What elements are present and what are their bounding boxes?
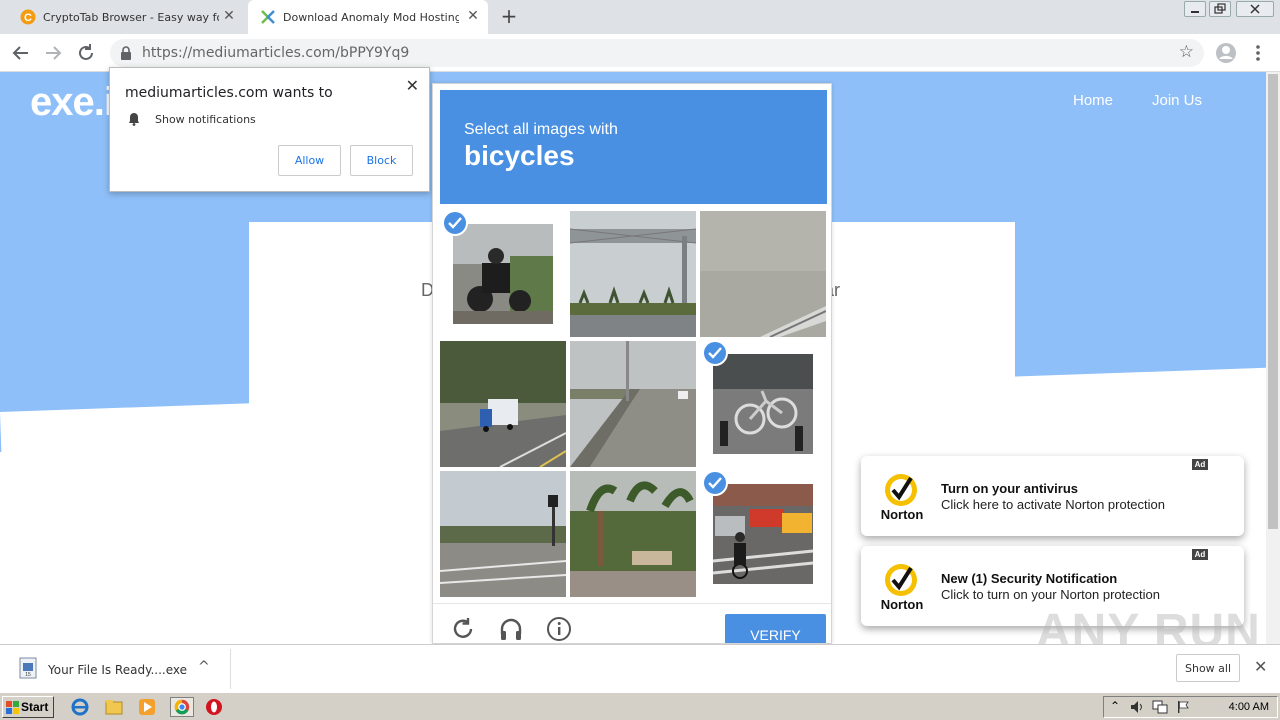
svg-text:C: C [24,12,32,24]
tab-strip: C CryptoTab Browser - Easy way for B ✕ D… [0,0,1280,34]
captcha-tile-truck-on-road[interactable] [440,341,566,467]
ad-body: Click here to activate Norton protection [941,497,1165,512]
tile-image [440,341,566,467]
tile-image [700,211,826,337]
dialog-heading: mediumarticles.com wants to [125,85,333,101]
menu-kebab-icon[interactable] [1250,42,1266,64]
tab-title: Download Anomaly Mod Hosting mas [283,10,459,24]
taskbar: Start ⌃ 4:00 AM [0,692,1280,720]
dialog-close-icon[interactable]: ✕ [406,76,419,95]
close-window-button[interactable] [1236,1,1274,17]
captcha-challenge: Select all images with bicycles VERIFY [432,83,832,644]
tile-image [570,211,696,337]
tray-expand-icon[interactable]: ⌃ [1110,699,1120,713]
ad-badge: Ad [1192,549,1208,560]
cryptotab-icon: C [20,9,36,25]
start-button[interactable]: Start [2,696,54,718]
captcha-prompt: Select all images with [464,121,618,138]
norton-logo-icon: Norton [881,474,924,522]
start-label: Start [21,700,49,714]
system-tray: ⌃ 4:00 AM [1103,696,1278,718]
address-bar[interactable]: https://mediumarticles.com/bPPY9Yq9 ☆ [110,39,1204,67]
divider [230,649,231,689]
clock: 4:00 AM [1228,701,1269,713]
action-center-flag-icon[interactable] [1176,700,1190,714]
captcha-tile-palm-trees-sign[interactable] [570,471,696,597]
chrome-icon[interactable] [170,697,194,717]
norton-logo-text: Norton [881,507,924,522]
explorer-icon[interactable] [104,697,124,717]
permission-label: Show notifications [155,113,256,126]
tab-mediumarticles[interactable]: Download Anomaly Mod Hosting mas ✕ [248,0,488,34]
reload-icon[interactable] [450,616,476,642]
volume-icon[interactable] [1130,700,1146,714]
audio-icon[interactable] [498,616,524,642]
norton-logo-icon: Norton [881,564,924,612]
nav-home-link[interactable]: Home [1073,92,1113,109]
notification-permission-dialog: mediumarticles.com wants to ✕ Show notif… [109,67,430,192]
tile-selected-check-icon [702,340,728,366]
mediumarticles-icon [261,10,275,24]
block-button[interactable]: Block [350,145,413,176]
tab-title: CryptoTab Browser - Easy way for B [43,10,219,24]
windows-flag-icon [6,701,19,714]
ad-title: New (1) Security Notification [941,571,1118,586]
tab-cryptotab[interactable]: C CryptoTab Browser - Easy way for B ✕ [8,0,244,34]
nav-join-us-link[interactable]: Join Us [1152,92,1202,109]
allow-button[interactable]: Allow [278,145,341,176]
ad-title: Turn on your antivirus [941,481,1078,496]
norton-ad-antivirus[interactable]: Norton Turn on your antivirus Click here… [861,456,1244,536]
captcha-tile-pavement-closeup[interactable] [700,211,826,337]
tile-selected-check-icon [442,210,468,236]
bell-icon [129,113,139,126]
svg-text:15: 15 [25,672,31,678]
back-icon[interactable] [10,42,32,64]
captcha-header: Select all images with bicycles [440,90,827,204]
ie-icon[interactable] [70,697,90,717]
forward-icon[interactable] [42,42,64,64]
minimize-icon [1191,11,1199,13]
media-player-icon[interactable] [137,697,157,717]
close-icon [1250,4,1260,14]
url-text: https://mediumarticles.com/bPPY9Yq9 [142,45,410,61]
tab-close-icon[interactable]: ✕ [466,9,480,23]
chevron-up-icon[interactable]: ^ [198,659,210,675]
restore-icon [1214,3,1226,14]
restore-button[interactable] [1209,1,1231,17]
norton-logo-text: Norton [881,597,924,612]
exe-file-icon: 15 [19,657,37,679]
tab-close-icon[interactable]: ✕ [222,9,236,23]
tile-image [570,471,696,597]
scrollbar-thumb[interactable] [1268,74,1278,529]
captcha-tile-intersection[interactable] [440,471,566,597]
tile-image [440,471,566,597]
captcha-tile-highway-sign-gantry[interactable] [570,211,696,337]
info-icon[interactable] [546,616,572,642]
reload-icon[interactable] [75,42,97,64]
ad-body: Click to turn on your Norton protection [941,587,1160,602]
download-file-name[interactable]: Your File Is Ready....exe [48,663,187,677]
tile-image [570,341,696,467]
minimize-button[interactable] [1184,1,1206,17]
network-icon[interactable] [1152,700,1168,714]
profile-avatar-icon[interactable] [1215,42,1237,64]
opera-icon[interactable] [204,697,224,717]
bookmark-star-icon[interactable]: ☆ [1179,42,1194,62]
close-download-bar-icon[interactable]: ✕ [1254,657,1267,676]
new-tab-button[interactable]: + [498,5,520,27]
download-bar: 15 Your File Is Ready....exe ^ Show all … [0,644,1280,692]
tile-selected-check-icon [702,470,728,496]
captcha-target: bicycles [464,140,575,171]
ad-badge: Ad [1192,459,1208,470]
page-scrollbar[interactable] [1266,72,1280,644]
site-logo[interactable]: exe.i [30,80,115,125]
lock-icon [121,46,131,60]
captcha-tile-bridge-road[interactable] [570,341,696,467]
show-all-downloads-button[interactable]: Show all [1176,654,1240,682]
verify-button[interactable]: VERIFY [725,614,826,643]
